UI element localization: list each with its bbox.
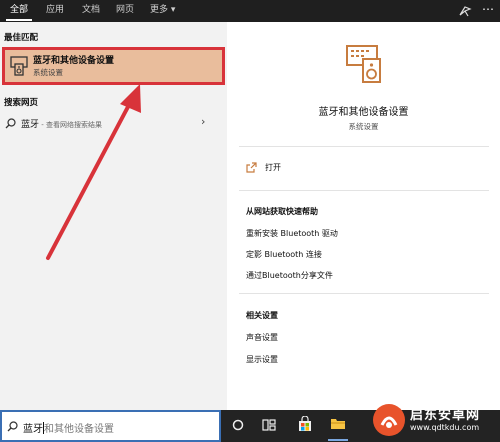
tab-more[interactable]: 更多 ▾ [150, 0, 175, 22]
results-panel: 最佳匹配 蓝牙和其他设备设置 系统设置 搜索网页 蓝牙 - 查看网络搜索结果 › [0, 22, 227, 410]
watermark-logo-icon [373, 404, 405, 436]
divider [239, 190, 489, 191]
open-label: 打开 [265, 163, 281, 172]
quick-help-header: 从网站获取快速帮助 [246, 207, 318, 216]
related-settings-header: 相关设置 [246, 311, 278, 320]
help-link-share-files[interactable]: 通过Bluetooth分享文件 [246, 270, 333, 281]
cortana-icon[interactable] [232, 418, 244, 432]
file-explorer-icon[interactable] [330, 416, 346, 430]
divider [239, 293, 489, 294]
best-match-header: 最佳匹配 [4, 33, 39, 43]
feedback-icon[interactable] [458, 4, 472, 18]
search-icon [5, 118, 16, 129]
active-tab-indicator [6, 19, 32, 21]
web-search-hint: - 查看网络搜索结果 [39, 121, 102, 129]
search-autocomplete: 和其他设备设置 [44, 424, 114, 435]
detail-pane: 蓝牙和其他设备设置 系统设置 打开 从网站获取快速帮助 重新安装 Bluetoo… [231, 34, 496, 410]
watermark: 启东安卓网 www.qdtkdu.com [370, 401, 498, 439]
best-match-title: 蓝牙和其他设备设置 [33, 56, 115, 66]
web-search-header: 搜索网页 [4, 98, 39, 108]
devices-icon [10, 56, 28, 76]
related-link-display[interactable]: 显示设置 [246, 354, 278, 365]
devices-large-icon [346, 45, 381, 83]
chevron-right-icon[interactable]: › [201, 115, 205, 128]
detail-title: 蓝牙和其他设备设置 [318, 107, 409, 118]
search-input[interactable]: 蓝牙和其他设备设置 [0, 410, 221, 442]
search-typed-text: 蓝牙 [23, 424, 43, 435]
related-link-sound[interactable]: 声音设置 [246, 332, 278, 343]
watermark-url: www.qdtkdu.com [410, 423, 480, 432]
tab-apps[interactable]: 应用 [46, 0, 64, 22]
web-search-text: 蓝牙 - 查看网络搜索结果 [21, 117, 102, 130]
help-link-reinstall-driver[interactable]: 重新安装 Bluetooth 驱动 [246, 228, 338, 239]
active-app-indicator [328, 439, 348, 441]
more-options-icon[interactable]: ⋯ [482, 2, 494, 16]
web-search-query: 蓝牙 [21, 120, 40, 130]
watermark-title: 启东安卓网 [410, 408, 481, 423]
tab-web[interactable]: 网页 [116, 0, 134, 22]
open-icon [246, 162, 257, 173]
store-icon[interactable] [297, 416, 313, 432]
tab-documents[interactable]: 文档 [82, 0, 100, 22]
search-icon [7, 421, 18, 432]
divider [239, 146, 489, 147]
best-match-subtitle: 系统设置 [33, 68, 63, 77]
best-match-item[interactable]: 蓝牙和其他设备设置 系统设置 [2, 47, 225, 85]
detail-subtitle: 系统设置 [348, 122, 379, 131]
web-search-result[interactable]: 蓝牙 - 查看网络搜索结果 › [0, 110, 227, 136]
search-tab-bar: 全部 应用 文档 网页 更多 ▾ ⋯ [0, 0, 500, 22]
search-text: 蓝牙和其他设备设置 [23, 420, 114, 435]
help-link-connect[interactable]: 定影 Bluetooth 连接 [246, 249, 322, 260]
task-view-icon[interactable] [262, 418, 276, 432]
open-action[interactable]: 打开 [241, 160, 481, 176]
